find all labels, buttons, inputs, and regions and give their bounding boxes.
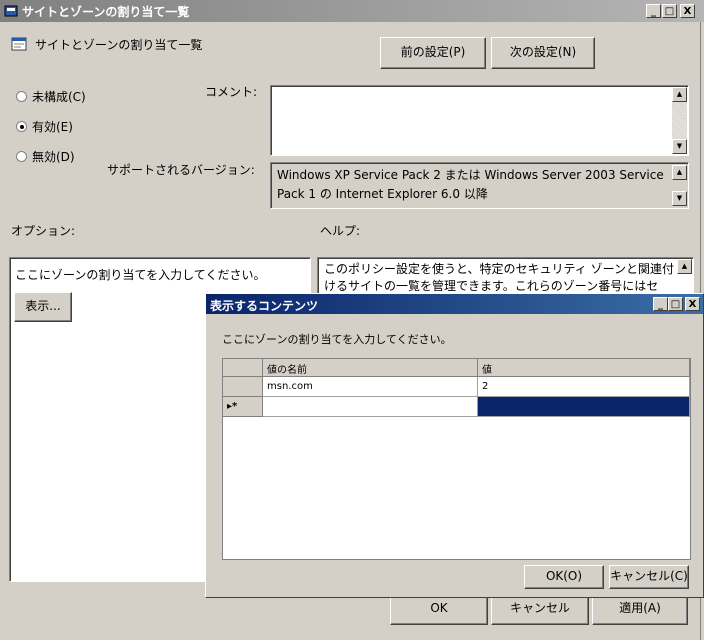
grid-row-header[interactable] <box>223 377 263 397</box>
dialog-minimize-icon[interactable]: _ <box>653 297 668 311</box>
dialog-title: 表示するコンテンツ <box>210 299 319 313</box>
content-dialog: 表示するコンテンツ _ □ X ここにゾーンの割り当てを入力してください。 値の… <box>205 293 704 598</box>
grid-header-name[interactable]: 値の名前 <box>263 359 478 377</box>
grid-new-cell-name[interactable] <box>263 397 478 417</box>
main-title-bar[interactable]: サイトとゾーンの割り当て一覧 _ □ X <box>0 0 704 22</box>
grid-header-value[interactable]: 値 <box>478 359 690 377</box>
options-label: オプション: <box>11 224 76 238</box>
supported-box[interactable]: Windows XP Service Pack 2 または Windows Se… <box>270 162 689 209</box>
help-label: ヘルプ: <box>320 224 361 238</box>
dialog-maximize-icon[interactable]: □ <box>668 297 683 311</box>
values-grid[interactable]: 値の名前 値 msn.com 2 ▸* <box>222 358 691 560</box>
show-button[interactable]: 表示... <box>14 292 72 322</box>
grid-new-cell-value-selected[interactable] <box>478 397 690 417</box>
comment-scroll-up-icon[interactable]: ▲ <box>672 87 687 102</box>
comment-textarea[interactable]: ▲ ▼ <box>270 85 689 156</box>
next-setting-button[interactable]: 次の設定(N) <box>491 37 595 69</box>
dialog-cancel-button[interactable]: キャンセル(C) <box>609 565 689 589</box>
maximize-icon[interactable]: □ <box>662 4 677 18</box>
policy-window-icon <box>4 4 18 18</box>
minimize-icon[interactable]: _ <box>646 4 661 18</box>
radio-enabled-label[interactable]: 有効(E) <box>32 118 73 135</box>
main-window-title: サイトとゾーンの割り当て一覧 <box>22 5 190 19</box>
grid-corner-cell <box>223 359 263 377</box>
dialog-ok-button[interactable]: OK(O) <box>524 565 604 589</box>
supported-label: サポートされるバージョン: <box>107 163 255 177</box>
radio-disabled[interactable] <box>16 151 27 162</box>
comment-label: コメント: <box>205 85 258 99</box>
close-icon[interactable]: X <box>680 4 695 18</box>
dialog-title-bar[interactable]: 表示するコンテンツ _ □ X <box>206 294 703 314</box>
supported-scroll-up-icon[interactable]: ▲ <box>672 165 687 180</box>
help-text: このポリシー設定を使うと、特定のセキュリティ ゾーンと関連付けるサイトの一覧を管… <box>324 262 675 293</box>
dialog-close-icon[interactable]: X <box>685 297 700 311</box>
supported-text: Windows XP Service Pack 2 または Windows Se… <box>277 168 664 201</box>
options-prompt: ここにゾーンの割り当てを入力してください。 <box>15 268 266 282</box>
grid-cell-value[interactable]: 2 <box>478 377 690 397</box>
radio-not-configured-label[interactable]: 未構成(C) <box>32 88 86 105</box>
grid-new-row-header[interactable]: ▸* <box>223 397 263 417</box>
grid-cell-name[interactable]: msn.com <box>263 377 478 397</box>
setting-icon <box>11 36 27 55</box>
comment-scroll-down-icon[interactable]: ▼ <box>672 139 687 154</box>
radio-enabled[interactable] <box>16 121 27 132</box>
radio-disabled-label[interactable]: 無効(D) <box>32 148 75 165</box>
radio-not-configured[interactable] <box>16 91 27 102</box>
dialog-prompt: ここにゾーンの割り当てを入力してください。 <box>222 333 452 346</box>
prev-setting-button[interactable]: 前の設定(P) <box>380 37 486 69</box>
setting-name: サイトとゾーンの割り当て一覧 <box>35 38 203 52</box>
help-scroll-up-icon[interactable]: ▲ <box>677 259 692 274</box>
supported-scroll-down-icon[interactable]: ▼ <box>672 191 687 206</box>
